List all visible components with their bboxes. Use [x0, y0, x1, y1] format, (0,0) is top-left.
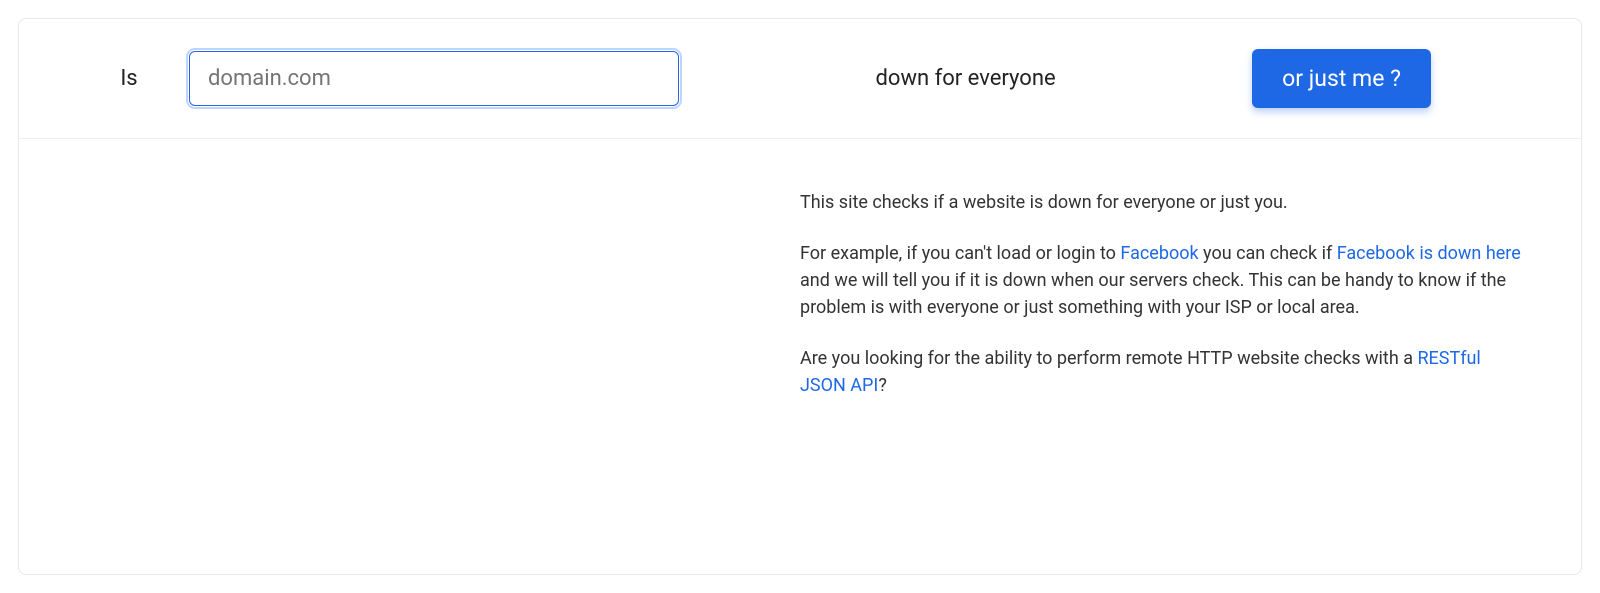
check-button[interactable]: or just me ?	[1252, 49, 1431, 108]
label-down-for-everyone: down for everyone	[679, 66, 1252, 91]
description-paragraph-2: For example, if you can't load or login …	[800, 240, 1531, 321]
p3-text-a: Are you looking for the ability to perfo…	[800, 348, 1417, 369]
description-paragraph-3: Are you looking for the ability to perfo…	[800, 345, 1531, 399]
facebook-link[interactable]: Facebook	[1120, 243, 1198, 264]
description-paragraph-1: This site checks if a website is down fo…	[800, 189, 1531, 216]
p3-text-b: ?	[878, 375, 887, 396]
check-form-row: Is down for everyone or just me ?	[19, 19, 1581, 139]
main-card: Is down for everyone or just me ? This s…	[18, 18, 1582, 575]
p2-text-b: you can check if	[1199, 243, 1337, 264]
description-block: This site checks if a website is down fo…	[800, 189, 1531, 423]
p2-text-c: and we will tell you if it is down when …	[800, 270, 1506, 318]
content-row: This site checks if a website is down fo…	[19, 139, 1581, 453]
label-is: Is	[69, 66, 189, 91]
content-left-spacer	[69, 189, 800, 423]
facebook-down-link[interactable]: Facebook is down here	[1337, 243, 1521, 264]
domain-input[interactable]	[189, 51, 679, 106]
p2-text-a: For example, if you can't load or login …	[800, 243, 1120, 264]
